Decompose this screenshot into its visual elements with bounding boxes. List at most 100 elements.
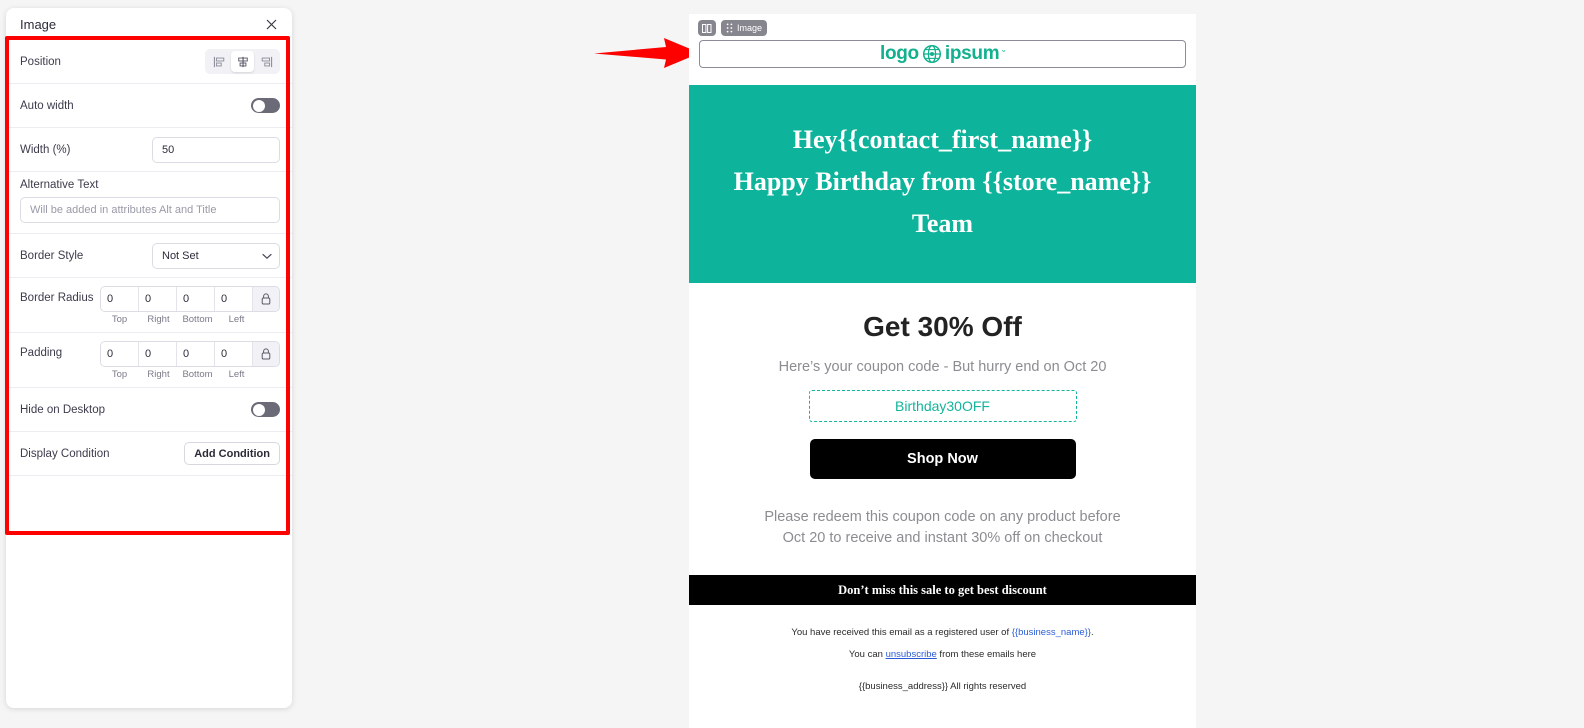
border-radius-bottom-input[interactable] <box>177 287 215 311</box>
hero-line-2: Happy Birthday from {{store_name}} <box>733 167 1152 197</box>
align-center-icon <box>237 56 248 67</box>
sublabel-bottom: Bottom <box>182 314 213 325</box>
hero-banner[interactable]: Hey{{contact_first_name}} Happy Birthday… <box>689 85 1196 284</box>
row-empty-tail <box>6 476 292 520</box>
shop-now-button[interactable]: Shop Now <box>809 439 1076 480</box>
columns-icon[interactable] <box>698 20 716 36</box>
image-block-label: Image <box>737 23 763 33</box>
padding-right-input[interactable] <box>139 342 177 366</box>
footer-address: {{business_address}} All rights reserved <box>858 681 1027 693</box>
border-radius-left-input[interactable] <box>215 287 253 311</box>
row-alternative-text: Alternative Text <box>6 172 292 234</box>
auto-width-label: Auto width <box>20 99 74 112</box>
row-padding: Padding 0 0 0 0 Top Right Bottom Left <box>6 333 292 388</box>
align-left-icon <box>213 56 224 67</box>
logo-text-right: ipsum <box>944 43 1000 64</box>
settings-rows: Position Auto width Width (%) 50 Alterna… <box>6 40 292 520</box>
footer-line-1: You have received this email as a regist… <box>709 627 1176 638</box>
sublabel-left: Left <box>228 369 245 380</box>
block-toolbar: Image <box>689 14 1196 39</box>
logo-text-left: logo <box>879 43 919 64</box>
padding-inputs <box>100 341 280 367</box>
row-hide-on-desktop: Hide on Desktop <box>6 388 292 432</box>
position-label: Position <box>20 55 61 68</box>
lock-glyph <box>261 293 271 305</box>
border-radius-inputs <box>100 286 280 312</box>
padding-line: Padding 0 0 0 0 Top Right Bottom Left <box>20 341 280 380</box>
offer-section: Get 30% Off Here’s your coupon code - Bu… <box>689 283 1196 549</box>
sublabel-right: Right <box>147 369 170 380</box>
close-glyph <box>266 19 276 29</box>
width-input[interactable] <box>152 136 280 163</box>
coupon-code-box[interactable]: Birthday30OFF <box>808 390 1077 423</box>
close-icon[interactable] <box>262 15 280 33</box>
display-condition-label: Display Condition <box>20 447 110 460</box>
panel-header: Image <box>6 8 292 40</box>
row-border-radius: Border Radius 0 0 0 0 Top Right Bottom L… <box>6 278 292 333</box>
border-style-label: Border Style <box>20 249 84 262</box>
alternative-text-input[interactable] <box>20 197 280 223</box>
toggle-knob <box>252 403 265 416</box>
app-root: Image Position Auto width Width (%) 50 A… <box>0 0 1584 728</box>
footer-business-name-var: {{business_name}} <box>1011 627 1091 639</box>
promo-band[interactable]: Don’t miss this sale to get best discoun… <box>689 575 1196 606</box>
row-border-style: Border Style Not Set <box>6 234 292 278</box>
hide-on-desktop-label: Hide on Desktop <box>20 403 106 416</box>
footer-line-2-b: from these emails here <box>936 649 1037 661</box>
redeem-line-1: Please redeem this coupon code on any pr… <box>764 509 1121 526</box>
sublabel-top: Top <box>111 314 128 325</box>
row-auto-width: Auto width <box>6 84 292 128</box>
annotation-arrow <box>594 36 702 75</box>
row-display-condition: Display Condition Add Condition <box>6 432 292 476</box>
footer-line-2-a: You can <box>848 649 886 661</box>
border-radius-right-input[interactable] <box>139 287 177 311</box>
alternative-text-label: Alternative Text <box>20 179 99 191</box>
align-right-icon <box>261 56 272 67</box>
border-radius-top-input[interactable] <box>101 287 139 311</box>
add-condition-button[interactable]: Add Condition <box>184 442 280 465</box>
hero-line-1: Hey{{contact_first_name}} <box>792 125 1093 154</box>
image-settings-panel: Image Position Auto width Width (%) 50 A… <box>6 8 292 708</box>
image-block-selected[interactable]: logo ipsum ˘ <box>699 40 1186 68</box>
hide-on-desktop-toggle[interactable] <box>251 402 280 417</box>
email-preview: Image logo ipsum ˘ Hey{{contact_first_na… <box>689 14 1196 728</box>
hero-line-3: Team <box>911 209 974 239</box>
border-radius-lock-icon[interactable] <box>253 287 279 311</box>
red-arrow-icon <box>594 38 700 68</box>
sublabel-right: Right <box>147 314 170 325</box>
padding-bottom-input[interactable] <box>177 342 215 366</box>
lock-glyph <box>261 348 271 360</box>
drag-handle-icon <box>726 23 733 33</box>
toggle-knob <box>252 99 265 112</box>
border-radius-label: Border Radius <box>20 292 94 304</box>
redeem-line-2: Oct 20 to receive and instant 30% off on… <box>782 530 1103 547</box>
image-block-chip[interactable]: Image <box>721 20 768 36</box>
columns-glyph <box>702 23 712 33</box>
sublabel-top: Top <box>111 369 128 380</box>
padding-lock-icon[interactable] <box>253 342 279 366</box>
logo-ipsum-logo: logo ipsum ˘ <box>880 43 1005 65</box>
padding-left-input[interactable] <box>215 342 253 366</box>
email-footer: You have received this email as a regist… <box>689 605 1196 692</box>
promo-band-text: Don’t miss this sale to get best discoun… <box>838 582 1047 597</box>
align-right-button[interactable] <box>255 51 278 72</box>
border-style-select[interactable]: Not Set <box>152 242 280 269</box>
width-label: Width (%) <box>20 143 71 156</box>
offer-subline: Here’s your coupon code - But hurry end … <box>778 359 1107 376</box>
row-position: Position <box>6 40 292 84</box>
padding-top-input[interactable] <box>101 342 139 366</box>
footer-line-2: You can unsubscribe from these emails he… <box>709 649 1176 660</box>
footer-line-1-b: . <box>1090 627 1094 639</box>
border-radius-line: Border Radius 0 0 0 0 Top Right Bottom L… <box>20 286 280 325</box>
border-style-select-wrap: Not Set <box>152 242 280 269</box>
auto-width-toggle[interactable] <box>251 98 280 113</box>
border-radius-sublabels: Top Right Bottom Left <box>100 314 280 325</box>
redeem-text: Please redeem this coupon code on any pr… <box>719 507 1166 549</box>
unsubscribe-link[interactable]: unsubscribe <box>886 649 937 660</box>
offer-headline: Get 30% Off <box>863 311 1022 343</box>
align-center-button[interactable] <box>231 51 254 72</box>
panel-title: Image <box>20 16 57 32</box>
align-left-button[interactable] <box>207 51 230 72</box>
row-width: Width (%) <box>6 128 292 172</box>
padding-sublabels: Top Right Bottom Left <box>100 369 280 380</box>
